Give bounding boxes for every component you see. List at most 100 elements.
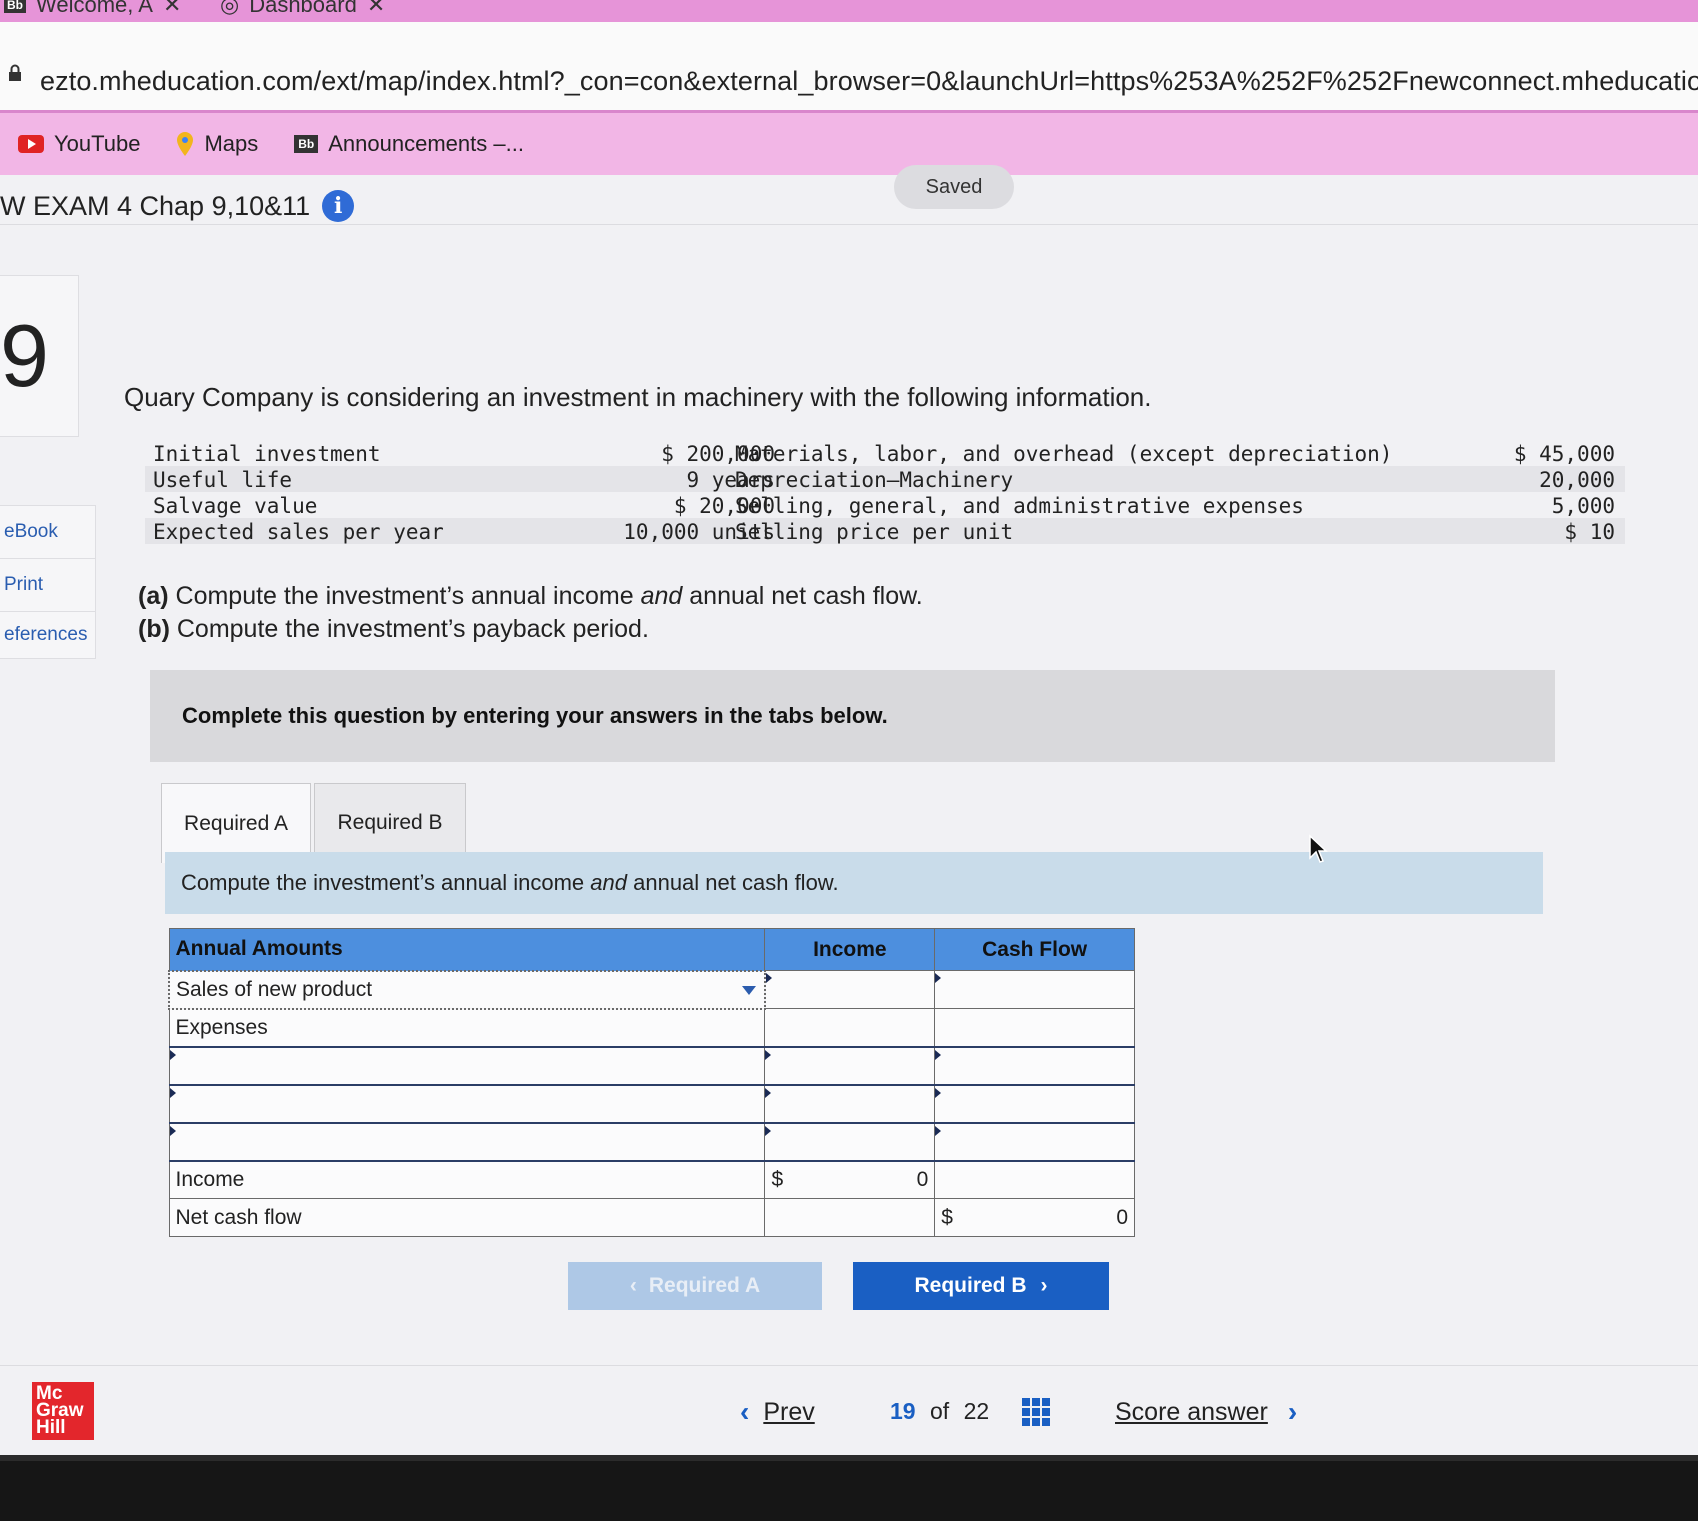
given-row: Useful life 9 years Depreciation—Machine…: [145, 466, 1625, 492]
youtube-icon: [18, 135, 44, 153]
given-label: Selling, general, and administrative exp…: [735, 494, 1304, 518]
given-value: $ 200,000: [661, 442, 775, 466]
given-row: Expected sales per year 10,000 units Sel…: [145, 518, 1625, 544]
given-label: Salvage value: [153, 494, 318, 518]
button-label: Required A: [648, 1274, 761, 1297]
chevron-down-icon[interactable]: [741, 985, 756, 995]
part-a-text: Compute the investment’s annual income: [168, 582, 641, 610]
tab-required-a[interactable]: Required A: [161, 783, 311, 863]
expenses-label: Expenses: [168, 1008, 766, 1047]
income-total: $ 0: [764, 1160, 936, 1199]
cash-flow-total: $ 0: [934, 1198, 1135, 1237]
table-header-row: Annual Amounts Income Cash Flow: [168, 928, 1135, 971]
bookmark-announcements[interactable]: Bb Announcements –...: [294, 131, 524, 157]
sales-cash-flow-input[interactable]: [934, 970, 1135, 1009]
laptop-bezel: [0, 1455, 1698, 1521]
footer-bar: [0, 1365, 1698, 1461]
dropdown-value: Sales of new product: [176, 977, 373, 1001]
part-b-text: Compute the investment’s payback period.: [169, 615, 649, 643]
browser-tab-dashboard[interactable]: ◎ Dashboard ✕: [220, 0, 385, 18]
empty-cell: [764, 1198, 936, 1237]
close-tab-icon[interactable]: ✕: [367, 0, 385, 18]
references-link[interactable]: eferences: [0, 612, 95, 658]
table-row: Income $ 0: [168, 1160, 1135, 1199]
question-counter: 19 of 22: [890, 1398, 989, 1425]
given-value: 20,000: [1539, 468, 1615, 492]
given-label: Useful life: [153, 468, 293, 492]
net-cash-flow-label: Net cash flow: [168, 1198, 766, 1237]
column-header-income: Income: [764, 928, 936, 971]
expense-cash-flow-input[interactable]: [934, 1121, 1135, 1162]
part-a: (a) Compute the investment’s annual inco…: [138, 580, 923, 613]
table-row: Expenses: [168, 1008, 1135, 1047]
expense-income-input[interactable]: [764, 1083, 936, 1124]
header-divider: [0, 224, 1698, 225]
exam-title: W EXAM 4 Chap 9,10&11 i: [0, 190, 355, 222]
expense-name-dropdown[interactable]: [168, 1083, 766, 1124]
given-value: 10,000 units: [623, 520, 775, 544]
sales-income-input[interactable]: [764, 970, 936, 1009]
info-icon[interactable]: i: [322, 190, 355, 222]
expense-cash-flow-input[interactable]: [934, 1083, 1135, 1124]
given-label: Expected sales per year: [153, 520, 444, 544]
question-tools: eBook Print eferences: [0, 505, 96, 659]
instruction-emphasis: and: [590, 870, 627, 895]
chevron-left-icon: ‹: [740, 1396, 750, 1427]
sales-dropdown[interactable]: Sales of new product: [168, 969, 766, 1010]
instructions-banner: Complete this question by entering your …: [150, 670, 1555, 762]
part-b: (b) Compute the investment’s payback per…: [138, 613, 923, 646]
part-a-label: (a): [138, 582, 169, 610]
close-tab-icon[interactable]: ✕: [163, 0, 181, 18]
saved-status-badge: Saved: [894, 165, 1014, 209]
blackboard-icon: Bb: [294, 135, 319, 153]
expense-cash-flow-input[interactable]: [934, 1045, 1135, 1086]
cash-flow-total-value: 0: [1116, 1205, 1128, 1229]
given-value: 9 years: [686, 468, 775, 492]
ebook-link[interactable]: eBook: [0, 506, 95, 559]
next-required-button[interactable]: Required B ›: [853, 1262, 1109, 1310]
currency-symbol: $: [941, 1205, 953, 1229]
part-a-text-end: annual net cash flow.: [682, 582, 923, 610]
print-link[interactable]: Print: [0, 559, 95, 612]
expense-name-dropdown[interactable]: [168, 1045, 766, 1086]
chevron-right-icon: ›: [1287, 1396, 1298, 1427]
bookmark-maps[interactable]: Maps: [176, 131, 258, 157]
url-field[interactable]: ezto.mheducation.com/ext/map/index.html?…: [40, 66, 1698, 97]
given-label: Selling price per unit: [735, 520, 1014, 544]
exam-title-text: W EXAM 4 Chap 9,10&11: [0, 190, 311, 221]
table-row: Sales of new product: [168, 969, 1135, 1010]
previous-required-button[interactable]: ‹ Required A: [568, 1262, 822, 1310]
column-header-cash-flow: Cash Flow: [934, 928, 1135, 971]
mouse-cursor-icon: [1309, 834, 1328, 863]
score-answer-button[interactable]: Score answer ›: [1115, 1396, 1297, 1428]
prev-question-button[interactable]: ‹ Prev: [740, 1396, 815, 1428]
expense-income-input[interactable]: [764, 1121, 936, 1162]
bookmarks-bar: YouTube Maps Bb Announcements –...: [0, 113, 1698, 175]
blackboard-icon: Bb: [4, 0, 26, 13]
browser-tab-strip: Bb Welcome, A ✕ ◎ Dashboard ✕: [0, 0, 1698, 22]
given-row: Initial investment $ 200,000 Materials, …: [145, 440, 1625, 466]
question-grid-icon[interactable]: [1022, 1398, 1050, 1426]
bookmark-youtube[interactable]: YouTube: [18, 131, 140, 157]
part-a-emphasis: and: [640, 582, 683, 610]
given-label: Materials, labor, and overhead (except d…: [735, 442, 1393, 466]
given-value: 5,000: [1551, 494, 1615, 518]
browser-tab-label: Welcome, A: [36, 0, 153, 17]
chevron-left-icon: ‹: [629, 1274, 637, 1297]
given-label: Initial investment: [153, 442, 381, 466]
total-value: $ 0: [771, 1168, 928, 1192]
bookmark-label: Announcements –...: [328, 131, 524, 156]
part-b-label: (b): [138, 615, 170, 643]
browser-tab-welcome[interactable]: Bb Welcome, A ✕: [4, 0, 181, 18]
tab-instruction: Compute the investment’s annual income a…: [165, 852, 1543, 914]
income-label: Income: [168, 1160, 766, 1199]
dashboard-icon: ◎: [220, 0, 240, 17]
expense-income-input[interactable]: [764, 1045, 936, 1086]
score-label: Score answer: [1115, 1397, 1268, 1426]
empty-cell: [764, 1008, 936, 1047]
given-value: $ 45,000: [1513, 442, 1615, 466]
tab-required-b[interactable]: Required B: [314, 783, 466, 861]
maps-pin-icon: [177, 132, 194, 156]
question-number: 9: [0, 306, 49, 405]
expense-name-dropdown[interactable]: [168, 1121, 766, 1162]
